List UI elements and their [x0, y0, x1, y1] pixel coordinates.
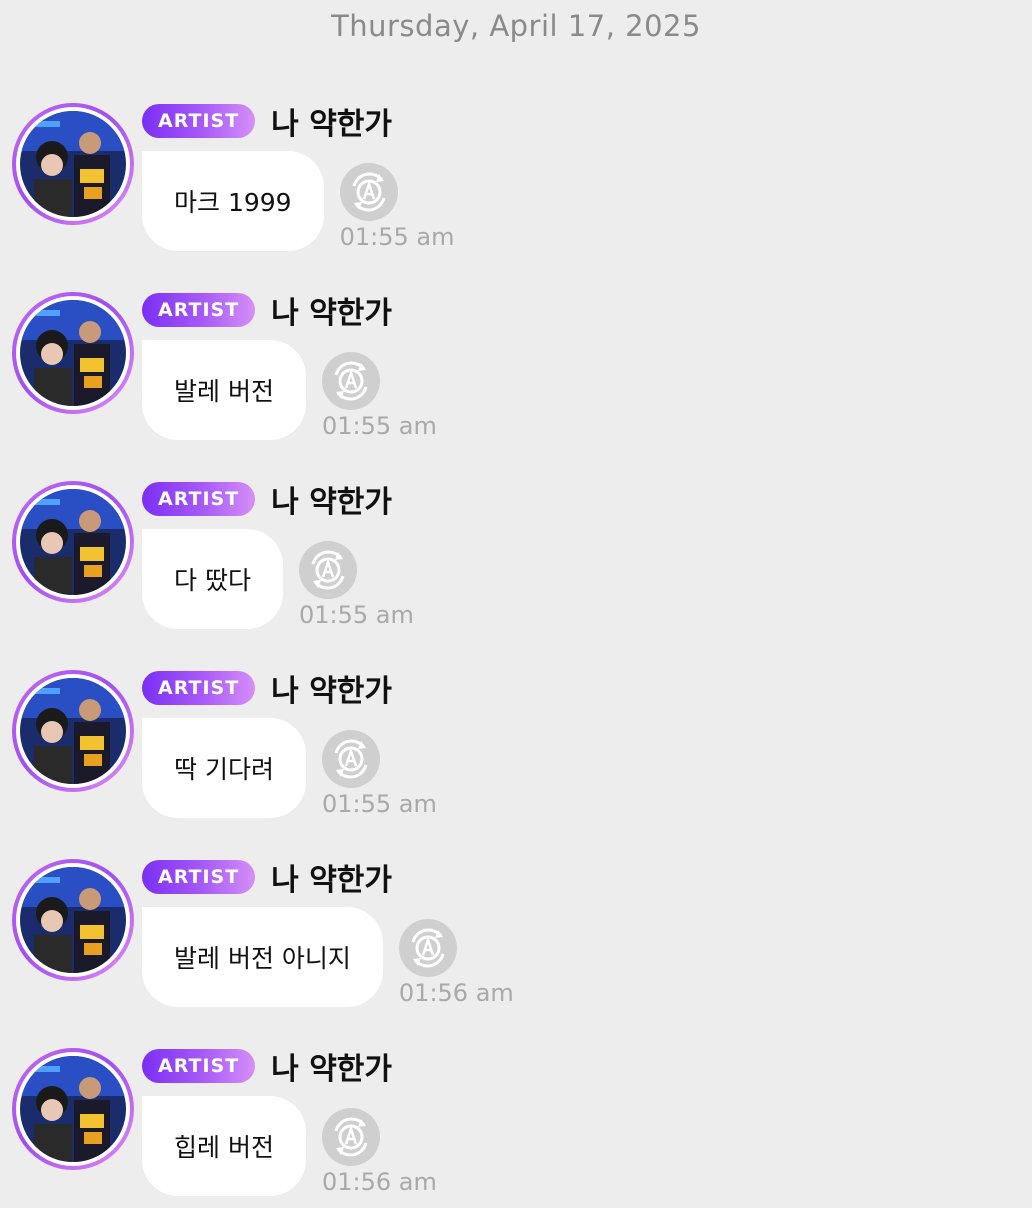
sender-row: ARTIST 나 약한가	[142, 670, 392, 709]
message-bubble[interactable]: 힙레 버전	[142, 1096, 306, 1196]
message-bubble[interactable]: 딱 기다려	[142, 718, 306, 818]
avatar-image	[20, 489, 126, 595]
translate-icon[interactable]	[298, 541, 357, 599]
avatar[interactable]	[12, 292, 134, 414]
translate-icon[interactable]	[321, 352, 380, 410]
sender-row: ARTIST 나 약한가	[142, 292, 392, 331]
avatar-image	[20, 678, 126, 784]
message-item: ARTIST 나 약한가 다 땄다 01:55 am	[0, 481, 1032, 641]
translate-icon[interactable]	[321, 1108, 380, 1166]
sender-name: 나 약한가	[271, 107, 393, 142]
avatar-image	[20, 1056, 126, 1162]
sender-name: 나 약한가	[271, 674, 393, 709]
message-item: ARTIST 나 약한가 마크 1999 01:55 am	[0, 103, 1032, 263]
avatar[interactable]	[12, 103, 134, 225]
artist-badge: ARTIST	[142, 104, 256, 138]
message-item: ARTIST 나 약한가 힙레 버전 01:56 am	[0, 1048, 1032, 1208]
message-item: ARTIST 나 약한가 딱 기다려 01:55 am	[0, 670, 1032, 830]
timestamp: 01:56 am	[398, 979, 514, 1007]
timestamp: 01:55 am	[339, 223, 455, 251]
sender-row: ARTIST 나 약한가	[142, 103, 392, 142]
message-item: ARTIST 나 약한가 발레 버전 아니지 01:56 am	[0, 859, 1032, 1019]
timestamp: 01:55 am	[298, 601, 414, 629]
avatar-image	[20, 867, 126, 973]
avatar[interactable]	[12, 670, 134, 792]
message-item: ARTIST 나 약한가 발레 버전 01:55 am	[0, 292, 1032, 452]
artist-badge: ARTIST	[142, 860, 256, 894]
sender-row: ARTIST 나 약한가	[142, 859, 392, 898]
avatar[interactable]	[12, 481, 134, 603]
message-bubble[interactable]: 마크 1999	[142, 151, 324, 251]
avatar[interactable]	[12, 1048, 134, 1170]
translate-icon[interactable]	[321, 730, 380, 788]
sender-name: 나 약한가	[271, 296, 393, 331]
avatar[interactable]	[12, 859, 134, 981]
message-bubble[interactable]: 발레 버전	[142, 340, 306, 440]
translate-icon[interactable]	[398, 919, 457, 977]
timestamp: 01:55 am	[321, 790, 437, 818]
date-header: Thursday, April 17, 2025	[331, 9, 701, 43]
sender-name: 나 약한가	[271, 1052, 393, 1087]
timestamp: 01:56 am	[321, 1168, 437, 1196]
artist-badge: ARTIST	[142, 293, 256, 327]
artist-badge: ARTIST	[142, 671, 256, 705]
sender-row: ARTIST 나 약한가	[142, 481, 392, 520]
timestamp: 01:55 am	[321, 412, 437, 440]
sender-row: ARTIST 나 약한가	[142, 1048, 392, 1087]
artist-badge: ARTIST	[142, 482, 256, 516]
sender-name: 나 약한가	[271, 485, 393, 520]
avatar-image	[20, 300, 126, 406]
artist-badge: ARTIST	[142, 1049, 256, 1083]
avatar-image	[20, 111, 126, 217]
message-bubble[interactable]: 발레 버전 아니지	[142, 907, 383, 1007]
translate-icon[interactable]	[339, 163, 398, 221]
message-bubble[interactable]: 다 땄다	[142, 529, 283, 629]
sender-name: 나 약한가	[271, 863, 393, 898]
